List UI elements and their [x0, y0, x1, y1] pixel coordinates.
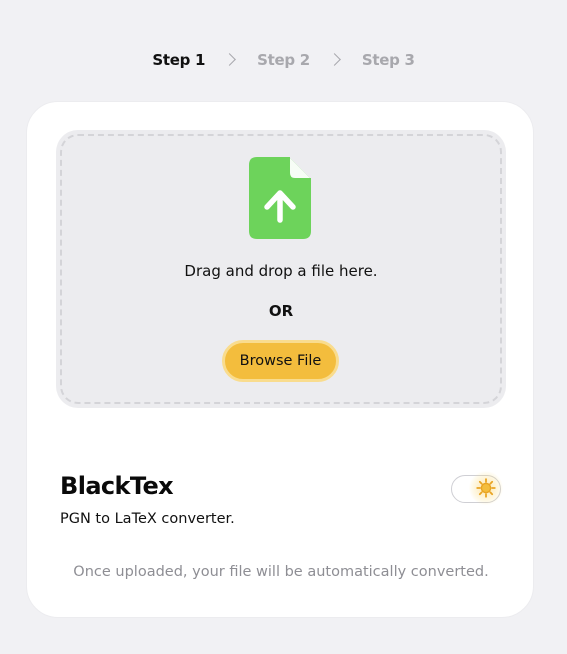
browse-file-button[interactable]: Browse File	[222, 340, 339, 382]
or-separator: OR	[268, 302, 294, 320]
drop-instructions: Drag and drop a file here.	[184, 262, 378, 280]
converter-card: Drag and drop a file here. OR Browse Fil…	[26, 101, 534, 618]
app-title: BlackTex	[60, 472, 174, 500]
chevron-right-icon	[224, 48, 238, 72]
chevron-right-icon	[329, 48, 343, 72]
auto-convert-note: Once uploaded, your file will be automat…	[73, 564, 489, 580]
app-subtitle: PGN to LaTeX converter.	[60, 511, 235, 527]
theme-toggle[interactable]	[451, 471, 503, 505]
step-1[interactable]: Step 1	[152, 51, 205, 69]
sun-icon	[469, 471, 503, 505]
file-upload-icon	[249, 157, 311, 239]
step-2[interactable]: Step 2	[257, 51, 310, 69]
step-3[interactable]: Step 3	[362, 51, 415, 69]
stepper: Step 1 Step 2 Step 3	[0, 48, 567, 72]
file-dropzone[interactable]: Drag and drop a file here. OR Browse Fil…	[56, 130, 506, 408]
